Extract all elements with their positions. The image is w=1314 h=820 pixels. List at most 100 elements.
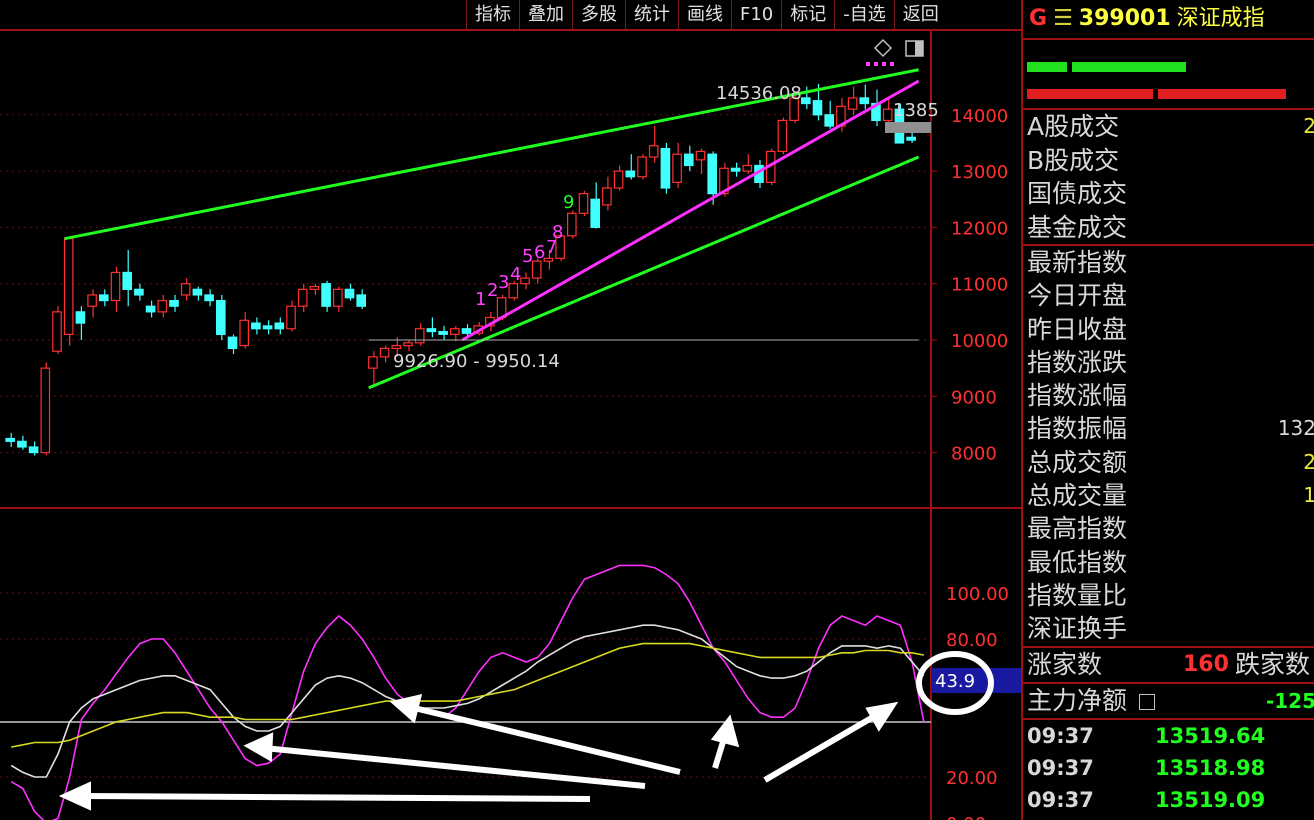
candle-body — [450, 328, 460, 335]
candle-body — [637, 156, 647, 178]
candle-body — [391, 345, 402, 350]
candle-body — [777, 119, 788, 152]
tick-time: 09:37 — [1027, 723, 1094, 748]
stat-row: 总成交额 2 — [1023, 446, 1314, 479]
stat-row: 昨日收盘 — [1023, 313, 1314, 346]
stat-value: 1 — [1303, 483, 1314, 508]
price-tick-label: 10000 — [951, 331, 1008, 352]
main-net-row[interactable]: 主力净额 -125 — [1023, 684, 1314, 718]
green-bar — [1027, 62, 1067, 72]
candle-body — [906, 136, 916, 141]
candle-body — [28, 446, 39, 454]
candle-body — [145, 305, 156, 313]
toolbar-button-multi-stock[interactable]: 多股 — [572, 0, 625, 29]
candle-body — [333, 288, 343, 307]
price-tick-label: 12000 — [951, 218, 1008, 239]
red-bar — [1027, 89, 1153, 99]
panel-toggle-icon[interactable] — [905, 40, 924, 57]
stat-row: A股成交 2 — [1023, 110, 1314, 144]
stat-row: 指数振幅 132 — [1023, 412, 1314, 445]
candle-body — [40, 367, 51, 454]
list-icon[interactable] — [1138, 693, 1155, 710]
candle-body — [5, 437, 15, 442]
candle-body — [800, 97, 811, 105]
wave-count-label: 8 — [552, 222, 563, 243]
candle-body — [730, 167, 741, 172]
candle-body — [520, 277, 530, 285]
toolbar-button-mark[interactable]: 标记 — [781, 0, 834, 29]
stat-row: 指数量比 — [1023, 579, 1314, 612]
order-bars — [1023, 40, 1314, 108]
candle-body — [122, 271, 132, 290]
chart-canvas[interactable]: 14000 13000 12000 11000 10000 9000 8000 100.00… — [0, 0, 1021, 820]
decliners-label: 跌家数 — [1235, 649, 1311, 679]
stat-row: 指数涨跌 — [1023, 346, 1314, 379]
wave-count-label: 9 — [563, 192, 574, 213]
stat-label: 最高指数 — [1027, 514, 1128, 544]
toolbar-button-back[interactable]: 返回 — [893, 0, 947, 29]
candle-body — [602, 187, 612, 206]
stat-row: 国债成交 — [1023, 177, 1314, 211]
candle-body — [590, 198, 600, 228]
stat-label: 今日开盘 — [1027, 281, 1128, 311]
candle-body — [274, 322, 285, 330]
main-net-label: 主力净额 — [1027, 685, 1128, 715]
stat-value: 132 — [1277, 416, 1314, 441]
candle-body — [75, 311, 86, 324]
toolbar-button-indicator[interactable]: 指标 — [466, 0, 519, 29]
candle-body — [227, 336, 238, 350]
toolbar-button-statistics[interactable]: 统计 — [625, 0, 678, 29]
stat-label: 指数涨幅 — [1027, 381, 1128, 411]
stat-row: 最低指数 — [1023, 546, 1314, 579]
candle-body — [204, 294, 214, 302]
candle-body — [578, 193, 589, 214]
candle-body — [87, 294, 97, 307]
price-axis: 14000 13000 12000 11000 10000 9000 8000 — [931, 106, 1008, 465]
quote-panel: G ☰ 399001 深证成指 A股成交 2 B股成交 国债成交 基金成交 最新指数 今日开盘昨… — [1021, 0, 1314, 820]
volume-section: A股成交 2 B股成交 国债成交 基金成交 — [1023, 110, 1314, 244]
main-net-value: -125 — [1265, 688, 1314, 713]
candle-body — [17, 440, 27, 448]
oscillator-line — [11, 642, 924, 748]
tick-row: 09:37 13519.09 — [1023, 784, 1314, 816]
wave-count-label: 5 — [522, 246, 533, 267]
current-value-label: 43.9 — [935, 671, 975, 692]
candle-body — [356, 294, 366, 307]
candle-body — [321, 283, 331, 307]
candle-body — [461, 328, 472, 334]
group-marker[interactable]: G — [1029, 6, 1047, 31]
stat-label: 指数振幅 — [1027, 414, 1128, 444]
candle-body — [180, 283, 191, 296]
annotation-arrows — [58, 693, 899, 811]
toolbar-button-watchlist[interactable]: -自选 — [834, 0, 894, 29]
candle-body — [566, 212, 577, 237]
tick-list[interactable]: 09:37 13519.64 09:37 13518.98 09:37 13519.09 — [1023, 720, 1314, 816]
candle-body — [134, 288, 144, 296]
price-tick-label: 11000 — [951, 275, 1008, 296]
stat-row: 总成交量 1 — [1023, 479, 1314, 512]
stat-label: B股成交 — [1027, 145, 1120, 175]
stat-row: 今日开盘 — [1023, 279, 1314, 312]
toolbar-button-f10[interactable]: F10 — [731, 0, 781, 29]
oscillator-axis: 100.00 80.00 20.00 0.00 — [946, 584, 1009, 820]
wave-count-label: 6 — [534, 242, 545, 263]
osc-tick-label: 20.00 — [946, 768, 998, 789]
candle-body — [239, 319, 249, 347]
stat-row: 深证换手 — [1023, 612, 1314, 645]
toolbar-button-draw-line[interactable]: 画线 — [678, 0, 731, 29]
candle-body — [52, 311, 62, 352]
oscillator-lines — [10, 564, 925, 820]
candle-body — [660, 147, 671, 189]
menu-icon[interactable]: ☰ — [1053, 6, 1073, 31]
stat-label: 基金成交 — [1027, 212, 1128, 242]
candle-body — [847, 97, 858, 110]
candle-body — [262, 325, 273, 330]
diamond-icon[interactable] — [873, 38, 893, 58]
wave-count-label: 1 — [475, 289, 486, 310]
trendline — [461, 79, 920, 342]
stat-label: 总成交量 — [1027, 481, 1128, 511]
low-price-label: 9926.90 - 9950.14 — [393, 351, 560, 372]
candle-body — [98, 294, 109, 302]
index-code: 399001 — [1078, 6, 1171, 31]
toolbar-button-overlay[interactable]: 叠加 — [519, 0, 572, 29]
